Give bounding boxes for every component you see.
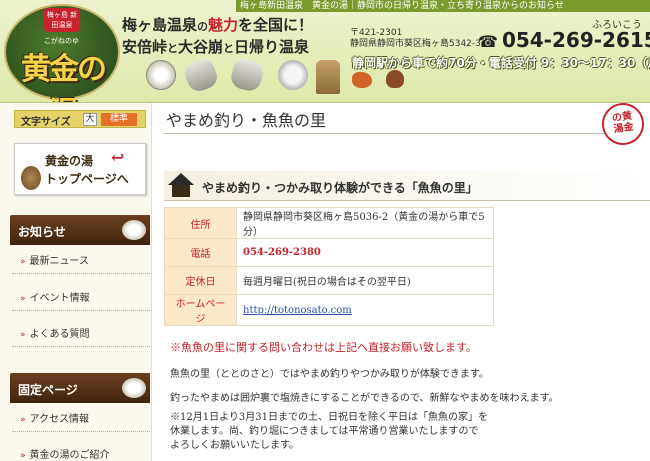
tea-cup-icon (122, 220, 146, 240)
news-section-header: お知らせ (10, 215, 150, 245)
info-key-address: 住所 (164, 207, 237, 239)
info-key-holiday: 定休日 (164, 266, 237, 295)
phone-number: 054-269-2615 (501, 28, 650, 52)
menu-item-latest-news[interactable]: 最新ニュース (12, 249, 150, 274)
font-size-large-button[interactable]: 大 (83, 113, 97, 126)
top-page-banner[interactable]: ↩ 黄金の湯 トップページへ (14, 143, 146, 195)
catch2-sm1: と (167, 42, 179, 55)
info-value-holiday: 毎週月曜日(祝日の場合はその翌平日) (236, 266, 494, 295)
site-header: 梅ヶ島新田温泉 黄金の湯｜静岡市の日帰り温泉・立ち寄り温泉からのお知らせ 梅ヶ島… (0, 0, 650, 103)
closure-line-2: 休業します。尚、釣り堀につきましては平常通り営業いたしますので (170, 426, 479, 437)
pinecone-icon (21, 166, 41, 190)
paragraph-grill: 釣ったやまめは囲炉裏で塩焼きにすることができるので、新鮮なやまめを味わえます。 (170, 393, 559, 404)
title-divider (164, 133, 604, 134)
table-row: 定休日 毎週月曜日(祝日の場合はその翌平日) (164, 266, 494, 295)
slipper-icon (228, 56, 266, 94)
info-key-phone: 電話 (164, 238, 237, 267)
tea-cup-icon (122, 378, 146, 398)
info-table: 住所 静岡県静岡市葵区梅ヶ島5036-2（黄金の湯から車で5分） 電話 054-… (164, 207, 494, 326)
font-size-switcher: 文字サイズ 大 標準 (14, 110, 146, 128)
catch1-small: の (197, 20, 209, 33)
top-banner-line-1: 黄金の湯 (45, 154, 94, 168)
table-row: 電話 054-269-2380 (164, 238, 494, 267)
catch1-suffix: を全国に！ (238, 16, 314, 34)
menu-item-introduction[interactable]: 黄金の湯のご紹介 (12, 443, 150, 461)
info-key-homepage: ホームページ (164, 294, 237, 326)
chestnut-icon (386, 70, 404, 88)
header-phone[interactable]: ☎ 054-269-2615 (478, 28, 650, 52)
return-arrow-icon: ↩ (111, 148, 125, 167)
fixed-pages-section-header: 固定ページ (10, 373, 150, 403)
header-catch-line-1: 梅ヶ島温泉の魅力を全国に！ (122, 14, 313, 35)
catch2-a: 安倍峠 (122, 38, 168, 56)
stamp-logo: の黄 湯金 (599, 100, 647, 148)
closure-line-3: よろしくお願いいたします。 (170, 440, 299, 451)
header-access-info: 静岡駅から車で約70分・電話受付 9：30〜17：30（月曜休 (352, 56, 650, 70)
menu-item-faq[interactable]: よくある質問 (12, 322, 150, 347)
catch2-sm2: と (223, 42, 235, 55)
bucket-icon (316, 60, 340, 94)
table-row: ホームページ http://totonosato.com (164, 294, 494, 326)
header-catch-line-2: 安倍峠と大谷崩と日帰り温泉 (122, 36, 309, 57)
slipper-icon (181, 55, 221, 95)
bowl-icon (278, 60, 308, 90)
address-text: 静岡県静岡市葵区梅ヶ島5342-3 (350, 39, 481, 49)
catch1-red: 魅力 (208, 16, 239, 34)
paragraph-intro: 魚魚の里（ととのさと）ではやまめ釣りやつかみ取りが体験できます。 (170, 369, 489, 380)
header-address: 〒421-2301 静岡県静岡市葵区梅ヶ島5342-3 (350, 28, 481, 50)
font-size-standard-button[interactable]: 標準 (101, 113, 137, 126)
closure-line-1: ※12月1日より3月31日までの土、日祝日を除く平日は「魚魚の家」を (170, 412, 488, 423)
menu-item-access[interactable]: アクセス情報 (12, 407, 150, 432)
section-title: やまめ釣り・つかみ取り体験ができる「魚魚の里」 (202, 181, 478, 195)
homepage-link[interactable]: http://totonosato.com (236, 294, 494, 326)
table-row: 住所 静岡県静岡市葵区梅ヶ島5036-2（黄金の湯から車で5分） (164, 207, 494, 239)
contact-notice: ※魚魚の里に関する問い合わせは上記へ直接お願い致します。 (170, 341, 477, 354)
logo-name: 黄金の湯 (21, 52, 107, 102)
sidebar: 文字サイズ 大 標準 ↩ 黄金の湯 トップページへ お知らせ 最新ニュース イベ… (0, 103, 152, 461)
catch2-b: 大谷崩 (178, 38, 224, 56)
paragraph-closure-notice: ※12月1日より3月31日までの土、日祝日を除く平日は「魚魚の家」を 休業します… (170, 411, 488, 453)
fixed-pages-heading: 固定ページ (18, 383, 78, 397)
font-size-label: 文字サイズ (21, 117, 71, 128)
top-banner-line-2: トップページへ (45, 172, 129, 186)
menu-item-events[interactable]: イベント情報 (12, 286, 150, 311)
tea-cup-icon (146, 60, 176, 90)
zip-code: 〒421-2301 (350, 28, 403, 38)
section-header: やまめ釣り・つかみ取り体験ができる「魚魚の里」 (164, 171, 650, 201)
page-title: やまめ釣り・魚魚の里 (166, 111, 327, 130)
maple-leaf-icon (352, 72, 372, 88)
info-value-phone[interactable]: 054-269-2380 (236, 238, 494, 267)
lantern-house-icon (168, 167, 194, 197)
phone-icon: ☎ (478, 32, 498, 51)
logo-badge: 梅ヶ島 新田温泉 (44, 8, 80, 32)
header-top-strip: 梅ヶ島新田温泉 黄金の湯｜静岡市の日帰り温泉・立ち寄り温泉からのお知らせ (236, 0, 650, 12)
main-content: やまめ釣り・魚魚の里 の黄 湯金 やまめ釣り・つかみ取り体験ができる「魚魚の里」… (164, 100, 650, 461)
info-value-address: 静岡県静岡市葵区梅ヶ島5036-2（黄金の湯から車で5分） (236, 207, 494, 239)
catch1-prefix: 梅ヶ島温泉 (122, 16, 198, 34)
news-heading: お知らせ (18, 225, 66, 239)
site-logo[interactable]: 梅ヶ島 新田温泉 こがねのゆ 黄金の湯 (4, 4, 120, 102)
catch2-c: 日帰り温泉 (234, 38, 310, 56)
